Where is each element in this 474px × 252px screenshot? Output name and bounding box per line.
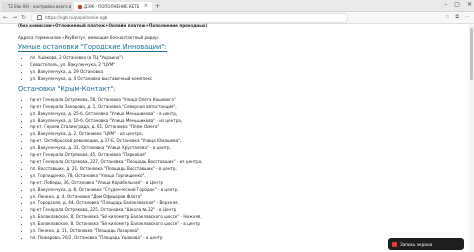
list-item: ул. Вакуленчука, д. 4 Остановка выставоч… <box>30 76 438 83</box>
tab-favicon-icon <box>78 4 82 9</box>
tab-bar: Т2 Elw Hill - настройка всего в × ДЭЖ - … <box>0 0 474 12</box>
menu-icon[interactable]: ⋯ <box>465 14 470 20</box>
extensions-icon[interactable]: ⧉ <box>455 14 459 20</box>
terminals-line: Адреса терминалов «PayBerry», имеющие бе… <box>18 34 160 40</box>
list-item: Севастополь, ул. Вакуленчука, 2 "ЦУМ" <box>30 62 438 69</box>
krym-kontakt-list: пр-кт Генерала Острякова, 56, Остановка … <box>18 97 438 242</box>
tab-title: ДЭЖ - ПОПОЛНЕНИЕ КЕТБ <box>84 4 140 9</box>
browser-tab-active[interactable]: ДЭЖ - ПОПОЛНЕНИЕ КЕТБ × <box>74 2 152 11</box>
browser-tab[interactable]: Т2 Elw Hill - настройка всего в × <box>2 2 72 11</box>
url-input[interactable]: https://xgb.ru/popolnenie-xgb <box>31 12 348 23</box>
list-item: пл. Восставших, д. 21, Остановка "Площад… <box>30 166 438 173</box>
list-item: пр-кт Генерала Острякова, 56, Остановка … <box>30 97 438 104</box>
scrollbar-thumb[interactable] <box>470 28 473 80</box>
list-item: пр-кт Генерала Острякова, 225, Остановка… <box>30 207 438 214</box>
list-item: ул. Вакуленчука, д. 8, Остановка "Студен… <box>30 187 438 194</box>
list-item: пр-кт. Победы, 36, Остановка "Улица Кора… <box>30 180 438 187</box>
close-tab-icon[interactable]: × <box>144 2 148 11</box>
page-content: (без комиссии+Отложенный платеж+Онлайн п… <box>18 23 438 242</box>
back-arrow-icon[interactable]: ← <box>2 14 9 21</box>
list-item: ул. Городская, д. 44, Остановка "Площадь… <box>30 200 438 207</box>
section-title: Умные остановки "Городские Инновации": <box>18 43 167 53</box>
star-icon[interactable]: ☆ <box>445 14 449 20</box>
list-item: пр-кт Генерала Острякова, 227, Остановка… <box>30 159 438 166</box>
list-item: пр-кт. Октябрьской революции, д.37-Б, Ос… <box>30 138 438 145</box>
minimize-icon[interactable]: – <box>444 1 447 8</box>
list-item: ул. Горпищенко, 78, Остановка "Улица Гор… <box>30 173 438 180</box>
list-item: ул. Ленина, д. 11, Остановка "Площадь Ла… <box>30 228 438 235</box>
new-tab-button[interactable]: + <box>155 2 160 11</box>
list-item: пр-кт Генерала Острякова, 45, Остановка … <box>30 152 438 159</box>
list-item: пр-кт Генерала Захарова, д. 1, Остановка… <box>30 104 438 111</box>
list-item: ул. Вакуленчука, д. 2, Остановка "ЦУМ" -… <box>30 131 438 138</box>
list-item: ул. Вакуленчука, д. 29 Остановка <box>30 69 438 76</box>
close-window-icon[interactable]: ✕ <box>467 1 472 8</box>
browser-toolbar: ☆ ⧉ ⋯ <box>445 14 470 20</box>
list-item: ул. Балаклавское, 8, Остановка "Sй килом… <box>30 221 438 228</box>
lock-icon <box>37 15 42 20</box>
section-heading-smart-stops: Умные остановки "Городские Инновации": <box>18 43 438 53</box>
list-item: ул. Ленина, д. 4, Остановка "Дом Офицеро… <box>30 194 438 201</box>
list-item: пр-кт. Героев Сталинграда, д. 61, Остано… <box>30 124 438 131</box>
section-title: Остановки "Крым-Контакт": <box>18 84 116 93</box>
intro-line: (без комиссии+Отложенный платеж+Онлайн п… <box>18 23 208 28</box>
list-item: ул. Вакуленчука, д. 31, Остановка "Улица… <box>30 145 438 152</box>
list-item: ул. Вакуленчука, д. 16-б, Остановка "Ули… <box>30 118 438 125</box>
maximize-icon[interactable]: ▢ <box>454 1 460 8</box>
list-item: пл. Пожарова, 20/2, Остановка "Площадь У… <box>30 235 438 242</box>
url-text: https://xgb.ru/popolnenie-xgb <box>45 14 108 20</box>
list-item: ул. Балаклавское, 8, Остановка "Sй килом… <box>30 214 438 221</box>
record-icon <box>392 241 397 247</box>
toast-text: Запись экрана <box>400 241 433 247</box>
reload-icon[interactable]: ↻ <box>20 14 27 21</box>
screen-recording-toast[interactable]: Запись экрана <box>388 238 464 250</box>
forward-arrow-icon[interactable]: → <box>11 14 18 21</box>
list-item: ул. Вакуленчука, д. 25-б, Остановка "Ули… <box>30 111 438 118</box>
list-item: пл. Ушакова, 2 Остановка (в ТЦ "Украина"… <box>30 55 438 62</box>
section-heading-krym-kontakt: Остановки "Крым-Контакт": <box>18 85 438 94</box>
smart-stops-list: пл. Ушакова, 2 Остановка (в ТЦ "Украина"… <box>18 55 438 83</box>
tab-title: Т2 Elw Hill - настройка всего в <box>8 4 72 9</box>
window-controls: – ▢ ✕ <box>444 1 472 8</box>
